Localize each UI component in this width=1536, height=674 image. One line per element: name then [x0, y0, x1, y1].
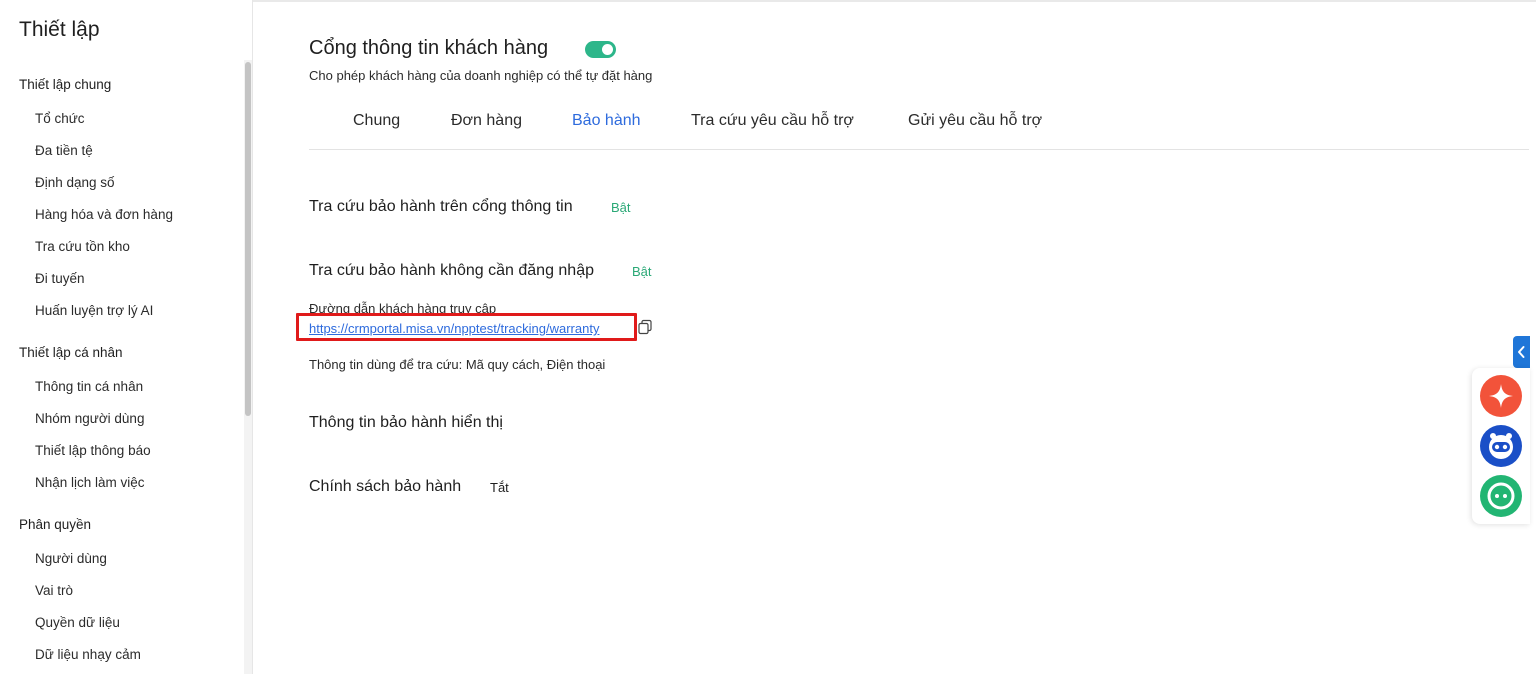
- tab-support-lookup[interactable]: Tra cứu yêu cầu hỗ trợ: [691, 112, 854, 130]
- sidebar-item-routing[interactable]: Đi tuyến: [35, 271, 85, 286]
- chat-bubble-icon: [1487, 482, 1515, 510]
- warranty-portal-lookup-status[interactable]: Bật: [611, 200, 631, 215]
- tab-send-support-request[interactable]: Gửi yêu cầu hỗ trợ: [908, 112, 1042, 130]
- section-permissions: Phân quyền: [19, 517, 92, 532]
- tab-bar: Chung Đơn hàng Bảo hành Tra cứu yêu cầu …: [309, 110, 1529, 150]
- floating-widget-panel: [1472, 368, 1530, 524]
- app-root: Thiết lập Thiết lập chung Tổ chức Đa tiề…: [0, 0, 1536, 674]
- section-general-settings: Thiết lập chung: [19, 77, 112, 92]
- bot-assistant-button[interactable]: [1480, 425, 1522, 467]
- sidebar-item-user-groups[interactable]: Nhóm người dùng: [35, 411, 144, 426]
- sidebar-item-users[interactable]: Người dùng: [35, 551, 107, 566]
- sidebar-item-personal-info[interactable]: Thông tin cá nhân: [35, 379, 143, 394]
- main-content: Cổng thông tin khách hàng Cho phép khách…: [253, 0, 1536, 674]
- sidebar-item-roles[interactable]: Vai trò: [35, 583, 73, 598]
- tab-orders[interactable]: Đơn hàng: [451, 112, 522, 130]
- tab-general[interactable]: Chung: [353, 112, 400, 130]
- chat-support-button[interactable]: [1480, 475, 1522, 517]
- toggle-knob: [602, 44, 613, 55]
- copy-icon[interactable]: [637, 319, 653, 335]
- chevron-left-icon: [1518, 346, 1525, 358]
- collapse-widgets-button[interactable]: [1513, 336, 1530, 368]
- sidebar-item-work-schedule[interactable]: Nhận lịch làm việc: [35, 475, 145, 490]
- ai-assistant-button[interactable]: [1480, 375, 1522, 417]
- sidebar-item-goods-orders[interactable]: Hàng hóa và đơn hàng: [35, 207, 173, 222]
- tab-warranty[interactable]: Bảo hành: [572, 112, 641, 130]
- sidebar-item-organization[interactable]: Tổ chức: [35, 111, 85, 126]
- sidebar-item-notification-settings[interactable]: Thiết lập thông báo: [35, 443, 151, 458]
- sidebar-item-ai-training[interactable]: Huấn luyện trợ lý AI: [35, 303, 153, 318]
- warranty-policy-status[interactable]: Tắt: [490, 480, 509, 495]
- sidebar-item-sensitive-data[interactable]: Dữ liệu nhạy cảm: [35, 647, 141, 662]
- lookup-info-text: Thông tin dùng để tra cứu: Mã quy cách, …: [309, 357, 606, 372]
- warranty-policy-label: Chính sách bảo hành: [309, 478, 462, 495]
- sidebar-scrollbar-thumb[interactable]: [245, 62, 251, 416]
- warranty-no-login-lookup-status[interactable]: Bật: [632, 264, 652, 279]
- warranty-portal-lookup-label: Tra cứu bảo hành trên cổng thông tin: [309, 198, 573, 215]
- page-title: Cổng thông tin khách hàng: [309, 37, 549, 59]
- robot-face-icon: [1489, 433, 1513, 459]
- warranty-tracking-link[interactable]: https://crmportal.misa.vn/npptest/tracki…: [309, 321, 599, 336]
- sidebar-item-data-permissions[interactable]: Quyền dữ liệu: [35, 615, 120, 630]
- page-subtitle: Cho phép khách hàng của doanh nghiệp có …: [309, 68, 653, 83]
- sparkle-icon: [1489, 384, 1513, 408]
- tabs-divider: [309, 149, 1529, 150]
- sidebar-item-number-format[interactable]: Định dạng số: [35, 175, 115, 190]
- sidebar-item-multi-currency[interactable]: Đa tiền tệ: [35, 143, 93, 158]
- settings-sidebar: Thiết lập Thiết lập chung Tổ chức Đa tiề…: [0, 0, 253, 674]
- warranty-display-info-label: Thông tin bảo hành hiển thị: [309, 414, 503, 431]
- warranty-no-login-lookup-label: Tra cứu bảo hành không cần đăng nhập: [309, 262, 594, 279]
- sidebar-item-inventory-lookup[interactable]: Tra cứu tồn kho: [35, 239, 130, 254]
- sidebar-title: Thiết lập: [19, 18, 100, 41]
- portal-enable-toggle[interactable]: [585, 41, 616, 58]
- section-personal-settings: Thiết lập cá nhân: [19, 345, 123, 360]
